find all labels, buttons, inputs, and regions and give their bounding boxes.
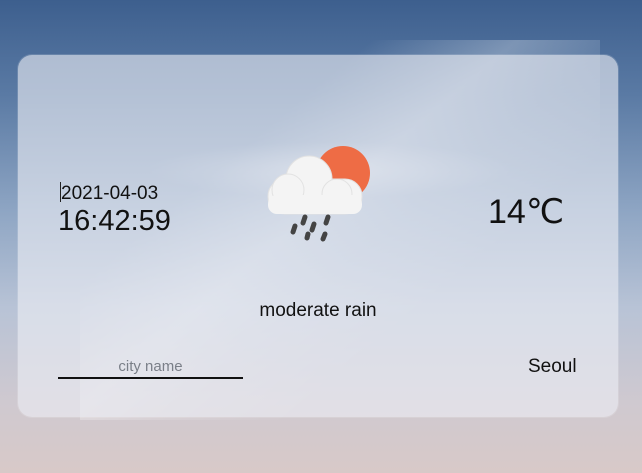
cloud-sun-rain-icon — [262, 143, 372, 253]
date-display: 2021-04-03 — [60, 182, 158, 205]
date-text: 2021-04-03 — [61, 183, 159, 204]
city-search-input[interactable] — [58, 355, 243, 379]
weather-description: moderate rain — [259, 300, 377, 321]
city-name: Seoul — [528, 356, 577, 377]
time-display: 16:42:59 — [58, 205, 171, 237]
weather-card: 2021-04-03 16:42:59 14℃ moderate rain ci… — [18, 55, 618, 417]
temperature-display: 14℃ — [488, 193, 565, 231]
